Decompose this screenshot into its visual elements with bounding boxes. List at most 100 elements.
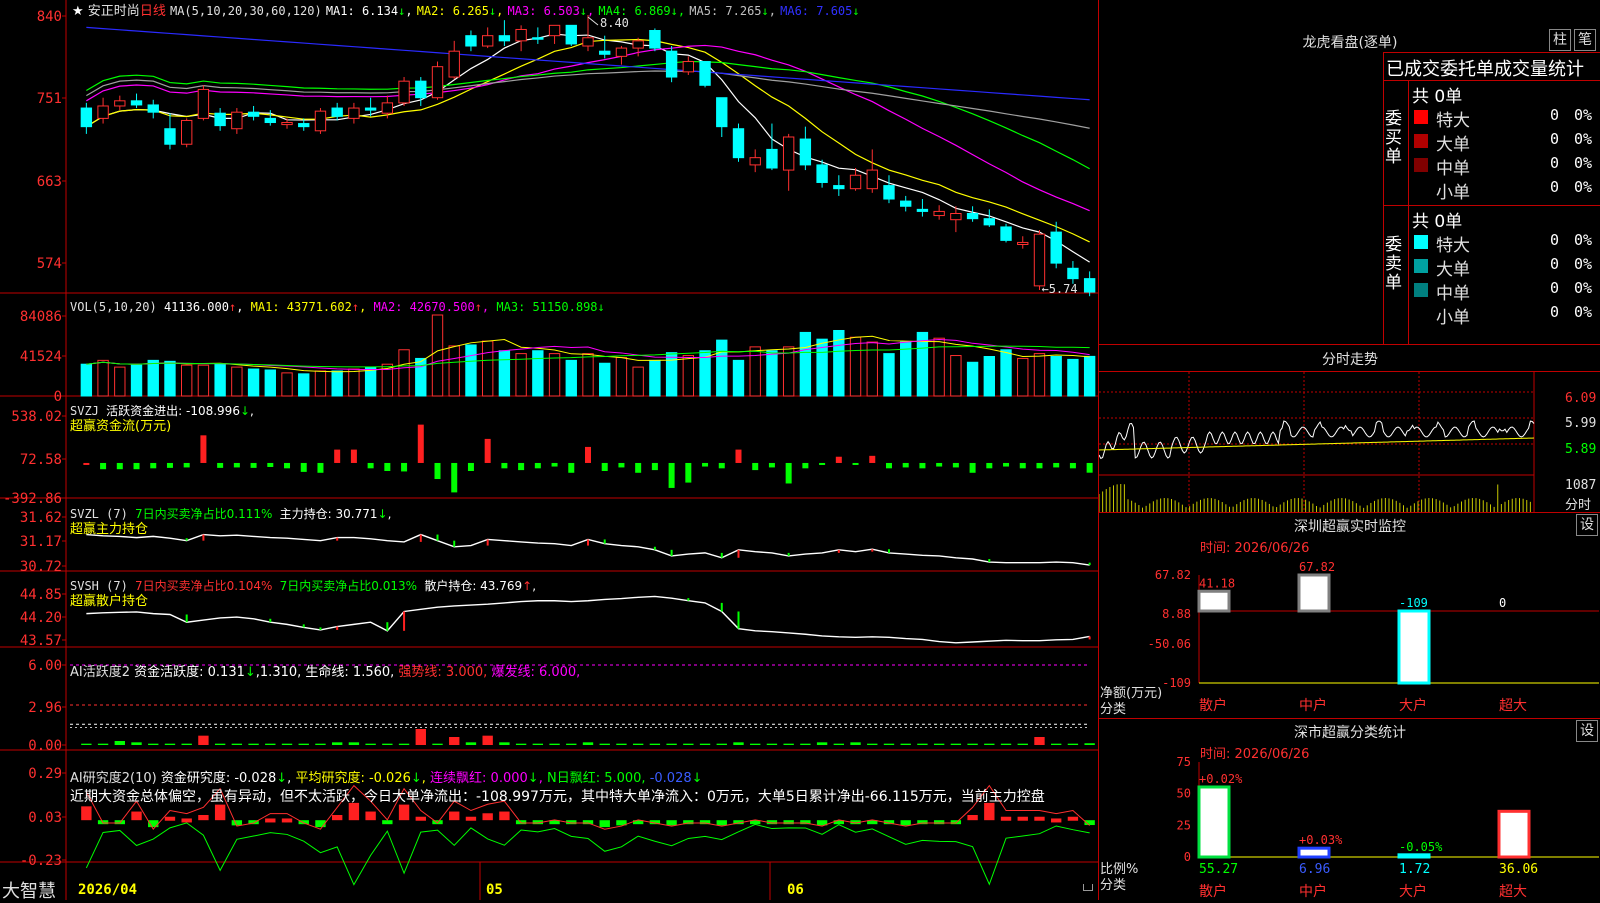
candle-body [415,80,427,99]
class-axis-label: 25 [1177,818,1191,832]
brand-label[interactable]: 大智慧 [2,877,56,903]
class-bar-中户 [1297,846,1331,859]
volume-bar [1067,358,1079,397]
ai-research-bar [950,820,962,825]
class-bar-散户 [1197,785,1231,859]
right-panel-svg[interactable]: 67.82 8.88 -50.06 -109 41.18 散户 67.82 中户 -109 大户 0… [1099,0,1600,900]
volume-bar [130,364,143,397]
class-value-label: 1.72 [1399,862,1430,877]
svzj-bar [401,462,408,472]
period-label[interactable]: 日线 [140,4,166,19]
ai-activity-bar [382,743,393,745]
volume-bar [97,359,109,397]
ai-activity-bar [867,743,878,745]
ai-activity-bar [1084,743,1095,745]
candle-body [80,107,93,128]
svzj-bar [885,462,892,469]
svzj-bar [166,462,173,468]
candle-body [448,50,460,78]
volume-bar [532,350,544,397]
ai-activity-bar [549,743,560,745]
sz-settings-button[interactable]: 设 [1576,514,1598,536]
sz-category-name: 中户 [1299,697,1327,714]
ai-activity-bar [398,743,410,745]
class-category-name: 中户 [1299,883,1327,900]
volume-bar [582,353,594,397]
price-axis-label: 574 [37,256,62,272]
svzj-bar [1053,462,1060,468]
svzj-bar [1069,462,1076,469]
class-axis-label: 75 [1177,755,1191,769]
ai-activity-bar [298,743,309,745]
class-settings-button[interactable]: 设 [1576,720,1598,742]
ai-research-bar [398,804,410,821]
ai-activity-bar [883,743,895,745]
candle-body [766,148,778,169]
volume-bar [682,355,695,397]
svzj-bar [83,462,90,465]
ai-activity-bar [265,743,276,745]
intraday-price-hi: 6.09 [1565,391,1597,406]
ai-research-bar [716,820,727,826]
candle-body [498,35,511,42]
svzj-subtitle: 超赢资金流(万元) [70,419,172,434]
svzj-bar [852,462,859,465]
ai-activity-bar [214,743,226,745]
low-label: ←5.74 [1041,282,1077,296]
candle-body [665,50,678,78]
class-value-label: 6.96 [1299,862,1330,877]
class-stats-title: 深市超赢分类统计 [1294,725,1406,741]
candle-body [181,119,193,145]
star-icon[interactable]: ★ [72,4,84,19]
candle-body [431,66,444,99]
svzj-bar [417,424,424,463]
svzj-bar [1086,462,1093,473]
class-change-label: +0.02% [1199,772,1243,786]
ai-activity-bar [248,743,259,745]
svzj-bar [300,462,307,472]
candle-body [632,40,644,49]
ai-activity-bar [281,743,293,745]
svzj-bar [668,462,675,488]
candle-body [164,128,176,145]
svzj-header: SVZJ 活跃资金进出: -108.996↓, 超赢资金流(万元) [70,404,254,434]
class-value-label: 55.27 [1199,862,1238,877]
svzj-bar [467,462,474,471]
volume-bar [632,366,644,397]
sz-category-name: 散户 [1199,697,1227,714]
volume-bar [481,340,494,397]
volume-bar [782,346,795,397]
stock-name[interactable]: 安正时尚 [88,4,140,19]
ai-research-axis-label: -0.23 [20,853,62,869]
svzj-bar [902,462,909,468]
chart-area[interactable]: 840 751 663 574 8.40 ←5.74 84086 41524 0 538.02 72… [0,0,1098,903]
candle-body [1067,267,1079,280]
svzj-bar [434,462,441,480]
sz-category-name: 超大 [1499,698,1527,714]
lock-icon[interactable] [1083,884,1093,891]
volume-bar [950,355,962,397]
ai-activity-bar [415,729,426,745]
ai-activity-bar [950,743,962,745]
candle-body [599,50,611,55]
candle-body [231,111,243,130]
class-category-label: 分类 [1100,878,1127,893]
svzl-header: SVZL (7) 7日内买卖净占比0.111% 主力持仓: 30.771↓, 超… [70,507,392,537]
main-chart-svg[interactable]: 840 751 663 574 8.40 ←5.74 84086 41524 0 538.02 72… [0,0,1098,900]
svzj-bar [752,462,759,471]
sz-monitor-title: 深圳超赢实时监控 [1294,519,1406,535]
candle-body [916,208,929,212]
candle-body [481,35,494,47]
candle-body [682,61,695,73]
svzj-bar [367,462,374,469]
svzj-bar [768,462,775,468]
volume-axis-label: 0 [54,389,62,405]
svzj-bar [685,462,692,483]
candle-body [298,123,310,128]
ai-activity-bar [148,743,159,745]
svzl-line [86,533,1090,566]
candle-body [465,35,477,47]
volume-header: VOL(5,10,20) 41136.000↑, MA1: 43771.602↑… [70,300,605,314]
ai-activity-bar [432,743,443,745]
candle-body [398,80,410,104]
